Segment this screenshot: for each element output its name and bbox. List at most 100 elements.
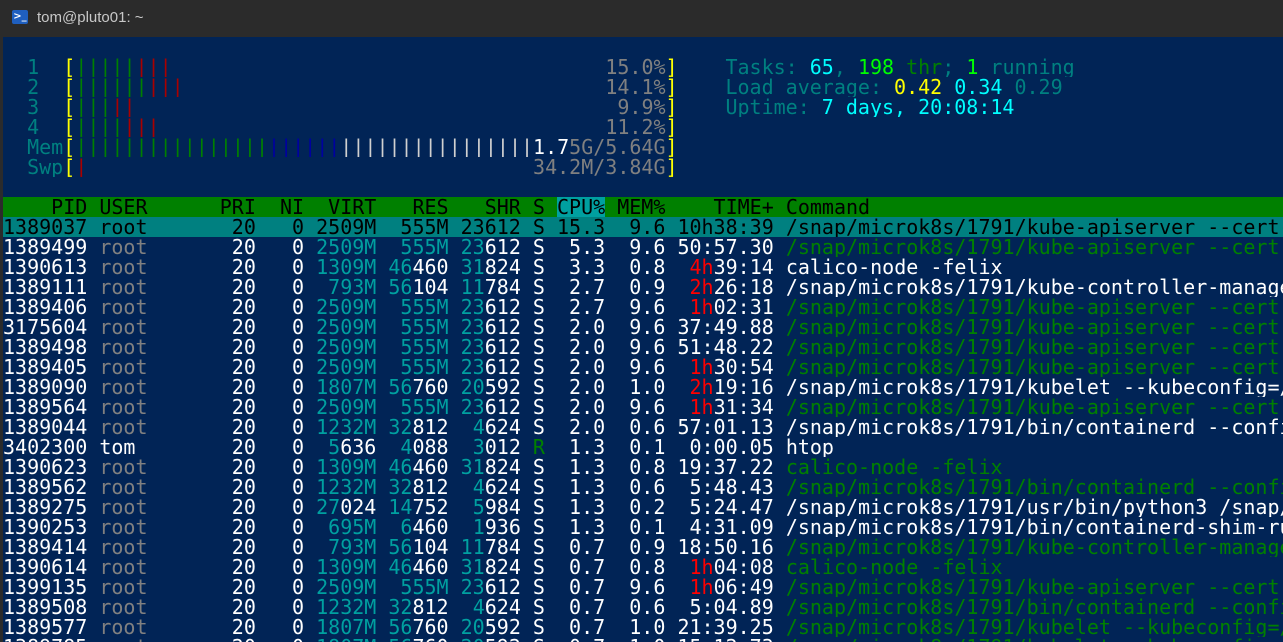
meter-bar: | [183,137,196,157]
time-value: 1h06:49 [689,577,774,597]
mem-thousands: 23 [460,337,485,357]
column-header-virt[interactable]: VIRT [316,197,376,217]
cell-pri: 20 [220,637,256,642]
cell-virt: 2509M [316,337,376,357]
cell-pri: 20 [219,497,256,517]
cell-cmd: /snap/microk8s/1791/kubelet --kubeconfig… [785,377,1283,397]
process-row[interactable]: 1389090 root 20 0 1807M 56760 20592 S 2.… [3,377,1283,397]
mem-thousands: 23 [460,297,485,317]
meter-bar: | [147,137,160,157]
mem-meter: Mem[||||||||||||||||||||||||||||||||||||… [3,137,1283,157]
column-header-res[interactable]: RES [388,197,448,217]
cell-cpu: 1.3 [557,437,606,457]
cell-pri: 20 [219,597,256,617]
process-row[interactable]: 1389037 root 20 0 2509M 555M 23612 S 15.… [3,217,1283,237]
process-row[interactable]: 1389275 root 20 0 27024 14752 5984 S 1.3… [3,497,1283,517]
process-row[interactable]: 1390613 root 20 0 1309M 46460 31824 S 3.… [3,257,1283,277]
mem-size: 1807M [316,377,377,397]
process-row[interactable]: 1399135 root 20 0 2509M 555M 23612 S 0.7… [3,577,1283,597]
cell-virt: 1309M [316,257,376,277]
cell-cmd: /snap/microk8s/1791/kube-apiserver --cer… [785,217,1283,237]
cell-cmd: /snap/microk8s/1791/kube-apiserver --cer… [785,317,1283,337]
cell-res: 56760 [388,637,448,642]
mem-thousands: 56 [388,637,412,642]
process-row[interactable]: 1389414 root 20 0 793M 56104 11784 S 0.7… [3,537,1283,557]
cell-user: root [99,457,208,477]
tasks-sep: , [833,57,858,77]
cpu-meter-4-label: 4 [27,117,64,137]
cell-s: S [532,357,545,377]
meter-space [340,117,352,137]
process-row[interactable]: 1389562 root 20 0 1232M 32812 4624 S 1.3… [3,477,1283,497]
meter-bar: | [135,137,148,157]
cell-res: 56104 [388,277,449,297]
meter-bar: | [508,137,521,157]
cell-virt: 1232M [316,477,376,497]
mem-thousands: 56 [388,377,413,397]
cell-user: root [99,257,208,277]
meter-space [208,157,220,177]
cell-cpu: 2.0 [557,317,606,337]
process-row[interactable]: 1389498 root 20 0 2509M 555M 23612 S 2.0… [3,337,1283,357]
meter-space [593,117,605,137]
cell-pri: 20 [219,577,256,597]
column-header-s[interactable]: S [533,197,545,217]
swap-meter: Swp[| 34.2M/3.84G] [3,157,1283,177]
process-row[interactable]: 1389508 root 20 0 1232M 32812 4624 S 0.7… [3,597,1283,617]
mem-thousands: 20 [460,377,485,397]
cell-pid: 1389498 [3,337,88,357]
process-row[interactable]: 1389044 root 20 0 1232M 32812 4624 S 2.0… [3,417,1283,437]
meter-space [413,157,425,177]
tasks-label: Tasks: [725,57,810,77]
meter-bar: | [219,137,232,157]
mem-size: 1232M [316,417,377,437]
meter-space [316,157,328,177]
column-header-time[interactable]: TIME+ [677,197,774,217]
cell-res: 14752 [388,497,449,517]
cell-pri: 20 [219,397,256,417]
process-row[interactable]: 1389111 root 20 0 793M 56104 11784 S 2.7… [3,277,1283,297]
process-row[interactable]: 1390614 root 20 0 1309M 46460 31824 S 0.… [3,557,1283,577]
htop-terminal[interactable]: 1 [|||||||| 15.0%] 2 [||||||||| 14.1%] 3… [3,37,1283,642]
column-header-pri[interactable]: PRI [220,197,256,217]
cell-mem: 0.6 [617,417,666,437]
meter-space [244,117,256,137]
process-row[interactable]: 1390253 root 20 0 695M 6460 1936 S 1.3 0… [3,517,1283,537]
column-header-ni[interactable]: NI [268,197,304,217]
mem-size: 555M [400,357,449,377]
column-header-cpu[interactable]: CPU% [557,197,606,217]
cell-s: S [532,557,545,577]
mem-size: 2509M [316,337,377,357]
cell-time: 18:50.16 [677,537,774,557]
sep [304,197,316,217]
process-row[interactable]: 1389564 root 20 0 2509M 555M 23612 S 2.0… [3,397,1283,417]
column-header-cmd[interactable]: Command [786,197,870,217]
process-row[interactable]: 1389577 root 20 0 1807M 56760 20592 S 0.… [3,617,1283,637]
cell-ni: 0 [267,437,305,457]
sep [449,197,461,217]
cell-time: 21:39.25 [677,617,774,637]
mem-thousands: 31 [460,557,485,577]
process-row[interactable]: 3402300 tom 20 0 5636 4088 3012 R 1.3 0.… [3,437,1283,457]
column-header-pid[interactable]: PID [3,197,87,217]
column-header-shr[interactable]: SHR [461,197,521,217]
column-header-mem[interactable]: MEM% [617,197,665,217]
cell-res: 32812 [388,597,449,617]
meter-bar: | [472,137,485,157]
cell-shr: 1936 [472,517,521,537]
process-row[interactable]: 1389785 root 20 0 1807M 56760 20592 S 0.… [3,637,1283,642]
process-row[interactable]: 1389406 root 20 0 2509M 555M 23612 S 2.7… [3,297,1283,317]
process-row[interactable]: 3175604 root 20 0 2509M 555M 23612 S 2.0… [3,317,1283,337]
meter-space [328,117,340,137]
meter-space [569,117,581,137]
process-row[interactable]: 1390623 root 20 0 1309M 46460 31824 S 1.… [3,457,1283,477]
cell-pid: 1389785 [3,637,87,642]
column-header-user[interactable]: USER [99,197,207,217]
cpu-meter-4-value: 11.2% [605,117,666,137]
cell-user: root [99,537,208,557]
cell-shr: 20592 [461,637,521,642]
process-row[interactable]: 1389499 root 20 0 2509M 555M 23612 S 5.3… [3,237,1283,257]
cell-shr: 31824 [460,257,521,277]
process-row[interactable]: 1389405 root 20 0 2509M 555M 23612 S 2.0… [3,357,1283,377]
cell-pri: 20 [219,237,256,257]
